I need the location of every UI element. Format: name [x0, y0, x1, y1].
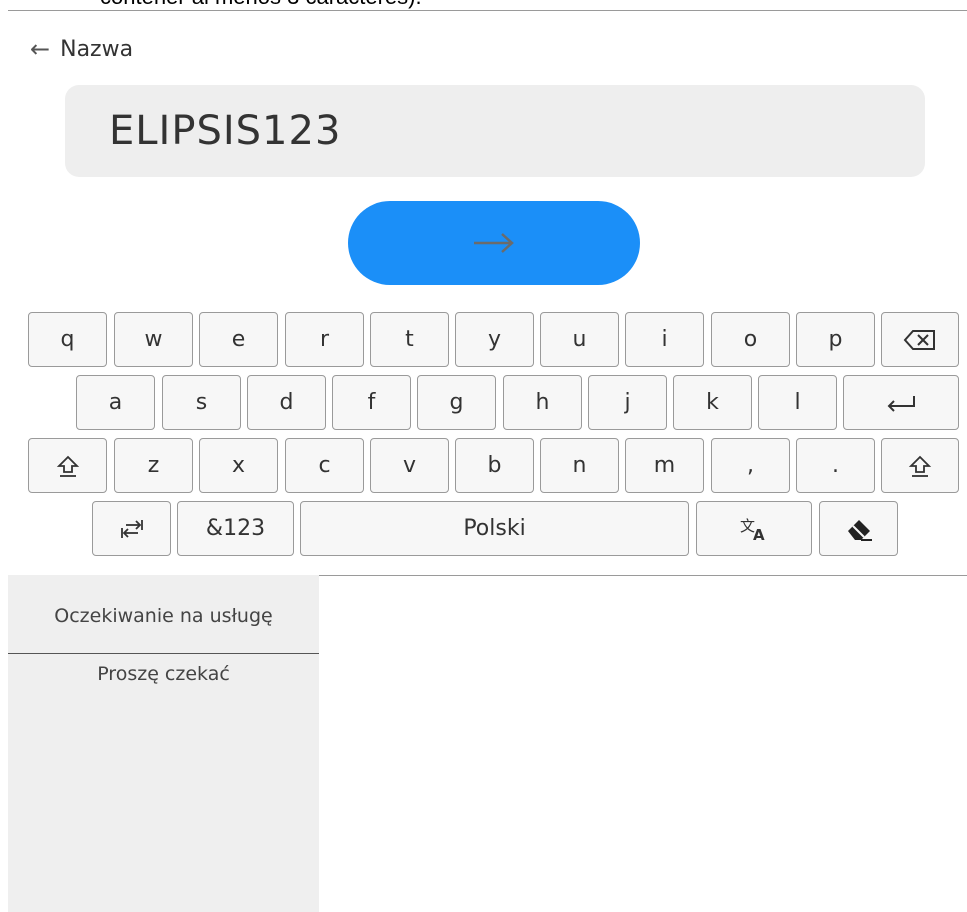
key-label: t	[405, 327, 414, 352]
key-t[interactable]: t	[370, 312, 449, 367]
shift-key-right[interactable]	[881, 438, 959, 493]
key-comma[interactable]: ,	[711, 438, 790, 493]
key-label: d	[279, 390, 294, 415]
key-label: a	[108, 390, 123, 415]
key-k[interactable]: k	[673, 375, 752, 430]
arrow-right-icon	[474, 233, 514, 253]
key-r[interactable]: r	[285, 312, 364, 367]
key-period[interactable]: .	[796, 438, 875, 493]
key-q[interactable]: q	[28, 312, 107, 367]
key-label: ,	[747, 453, 754, 478]
keyboard-switch-icon	[120, 519, 143, 538]
symbols-key[interactable]: &123	[177, 501, 294, 556]
key-v[interactable]: v	[370, 438, 449, 493]
key-h[interactable]: h	[503, 375, 582, 430]
status-panel: Oczekiwanie na usługę Proszę czekać	[8, 575, 319, 912]
document-text-fragment: conteñer al menos 3 caracteres).	[100, 0, 422, 10]
key-label: c	[318, 453, 331, 478]
key-x[interactable]: x	[199, 438, 278, 493]
key-p[interactable]: p	[796, 312, 875, 367]
eraser-icon	[847, 519, 872, 541]
text-input-dialog: ← Nazwa ELIPSIS123 q w e r t y u i o p a…	[8, 10, 967, 576]
key-g[interactable]: g	[417, 375, 496, 430]
svg-text:A: A	[753, 526, 765, 542]
backspace-key[interactable]	[881, 312, 959, 367]
confirm-button[interactable]	[348, 201, 640, 285]
key-label: u	[572, 327, 587, 352]
key-label: r	[319, 327, 330, 352]
key-label: f	[367, 390, 376, 415]
key-label: x	[231, 453, 246, 478]
key-m[interactable]: m	[625, 438, 704, 493]
enter-icon	[887, 395, 915, 412]
translate-key[interactable]: 文 A	[696, 501, 812, 556]
key-a[interactable]: a	[76, 375, 155, 430]
status-subtitle: Proszę czekać	[97, 663, 230, 685]
keyboard-switch-key[interactable]	[92, 501, 171, 556]
key-label: p	[828, 327, 843, 352]
name-input-value: ELIPSIS123	[109, 108, 342, 154]
key-l[interactable]: l	[758, 375, 837, 430]
key-label: o	[743, 327, 758, 352]
key-label: e	[231, 327, 246, 352]
key-e[interactable]: e	[199, 312, 278, 367]
dialog-header: ← Nazwa	[30, 35, 133, 63]
shift-icon	[56, 455, 79, 477]
key-label: l	[794, 390, 801, 415]
key-label: k	[706, 390, 719, 415]
key-f[interactable]: f	[332, 375, 411, 430]
status-divider	[8, 653, 319, 654]
translate-icon: 文 A	[740, 517, 765, 542]
space-key[interactable]: Polski	[300, 501, 689, 556]
name-input[interactable]: ELIPSIS123	[65, 85, 925, 177]
key-label: y	[487, 327, 502, 352]
eraser-key[interactable]	[819, 501, 898, 556]
enter-key[interactable]	[843, 375, 959, 430]
key-d[interactable]: d	[247, 375, 326, 430]
key-y[interactable]: y	[455, 312, 534, 367]
key-c[interactable]: c	[285, 438, 364, 493]
key-label: Polski	[463, 516, 526, 541]
key-s[interactable]: s	[162, 375, 241, 430]
key-label: &123	[205, 516, 266, 541]
key-label: q	[60, 327, 75, 352]
status-title: Oczekiwanie na usługę	[54, 605, 273, 627]
key-label: s	[195, 390, 208, 415]
key-u[interactable]: u	[540, 312, 619, 367]
key-label: h	[535, 390, 550, 415]
key-label: z	[147, 453, 160, 478]
key-i[interactable]: i	[625, 312, 704, 367]
shift-icon	[908, 455, 932, 477]
key-j[interactable]: j	[588, 375, 667, 430]
key-w[interactable]: w	[114, 312, 193, 367]
key-b[interactable]: b	[455, 438, 534, 493]
key-z[interactable]: z	[114, 438, 193, 493]
key-o[interactable]: o	[711, 312, 790, 367]
key-label: .	[832, 453, 839, 478]
dialog-title: Nazwa	[60, 36, 134, 62]
key-n[interactable]: n	[540, 438, 619, 493]
key-label: n	[572, 453, 587, 478]
key-label: m	[653, 453, 676, 478]
key-label: g	[449, 390, 464, 415]
backspace-icon	[903, 329, 935, 350]
shift-key-left[interactable]	[28, 438, 107, 493]
key-label: b	[487, 453, 502, 478]
key-label: w	[144, 327, 163, 352]
key-label: i	[661, 327, 668, 352]
key-label: j	[624, 390, 631, 415]
key-label: v	[402, 453, 417, 478]
back-arrow-icon[interactable]: ←	[30, 35, 50, 63]
